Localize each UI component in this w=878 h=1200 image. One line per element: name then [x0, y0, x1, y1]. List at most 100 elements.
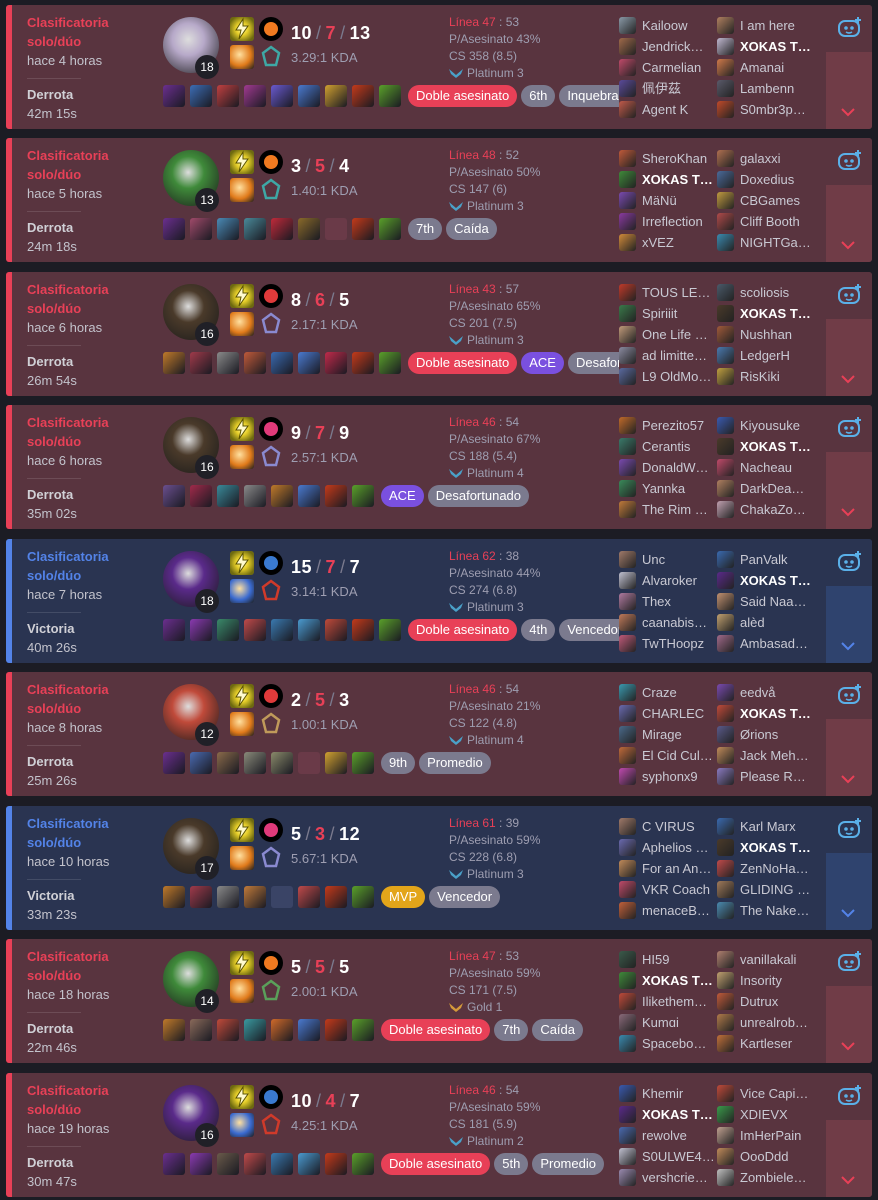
participant[interactable]: XOKAS T… — [717, 703, 817, 724]
participant[interactable]: rewolve — [619, 1125, 719, 1146]
item-slot[interactable] — [298, 485, 320, 507]
item-slot[interactable] — [190, 1019, 212, 1041]
participant-name[interactable]: Cliff Booth — [740, 213, 816, 230]
participant-name[interactable]: Aphelios … — [642, 839, 718, 856]
participant-name[interactable]: Zombiele… — [740, 1169, 816, 1186]
item-slot[interactable] — [379, 352, 401, 374]
item-slot[interactable] — [190, 886, 212, 908]
item-slot[interactable] — [325, 485, 347, 507]
participant[interactable]: DarkDea… — [717, 478, 817, 499]
keystone-rune-icon[interactable] — [259, 417, 283, 441]
participant[interactable]: HI59 — [619, 949, 719, 970]
participant[interactable]: eedvå — [717, 682, 817, 703]
participant[interactable]: XDIEVX — [717, 1104, 817, 1125]
participant-name[interactable]: Doxedius — [740, 171, 816, 188]
summoner-spell-icon[interactable] — [230, 312, 254, 336]
participant-name[interactable]: Kailoow — [642, 17, 718, 34]
participant[interactable]: Aphelios … — [619, 837, 719, 858]
participant-name[interactable]: Karl Marx — [740, 818, 816, 835]
participant-name[interactable]: Insority — [740, 972, 816, 989]
participant-name[interactable]: Jendrick… — [642, 38, 718, 55]
participant-name[interactable]: Irreflection — [642, 213, 718, 230]
item-slot[interactable] — [244, 352, 266, 374]
item-slot[interactable] — [217, 886, 239, 908]
participant-name[interactable]: For an An… — [642, 860, 718, 877]
item-slot[interactable] — [325, 1019, 347, 1041]
participant-name[interactable]: Craze — [642, 684, 718, 701]
participant[interactable]: caanabis… — [619, 612, 719, 633]
participant-name[interactable]: scoliosis — [740, 284, 816, 301]
participant[interactable]: Insority — [717, 970, 817, 991]
bot-icon[interactable] — [837, 416, 863, 438]
participant-name[interactable]: S0mbr3p… — [740, 101, 816, 118]
participant-name[interactable]: Nacheau — [740, 459, 816, 476]
item-slot[interactable] — [217, 485, 239, 507]
participant[interactable]: ZenNoHa… — [717, 858, 817, 879]
item-slot[interactable] — [217, 352, 239, 374]
participant[interactable]: MäNü — [619, 190, 719, 211]
participant[interactable]: Spiriiit — [619, 303, 719, 324]
match-card[interactable]: Clasificatoria solo/dúo hace 7 horas Vic… — [6, 539, 872, 663]
participant-name[interactable]: Mirage — [642, 726, 718, 743]
participant[interactable]: Thex — [619, 591, 719, 612]
item-slot[interactable] — [325, 886, 347, 908]
participant-name[interactable]: Cerantis — [642, 438, 718, 455]
participant[interactable]: Lambenn — [717, 78, 817, 99]
item-slot[interactable] — [217, 1019, 239, 1041]
participant-name[interactable]: DonaldW… — [642, 459, 718, 476]
participant[interactable]: XOKAS T… — [717, 837, 817, 858]
participant[interactable]: xVEZ — [619, 232, 719, 253]
item-slot[interactable] — [163, 1153, 185, 1175]
match-card[interactable]: Clasificatoria solo/dúo hace 4 horas Der… — [6, 5, 872, 129]
participant-name[interactable]: unrealrob… — [740, 1014, 816, 1031]
participant[interactable]: Agent K — [619, 99, 719, 120]
bot-icon[interactable] — [837, 1084, 863, 1106]
match-card[interactable]: Clasificatoria solo/dúo hace 6 horas Der… — [6, 272, 872, 396]
participant[interactable]: Kiyousuke — [717, 415, 817, 436]
participant[interactable]: Khemir — [619, 1083, 719, 1104]
item-slot[interactable] — [352, 886, 374, 908]
participant[interactable]: Dutrux — [717, 991, 817, 1012]
participant-name[interactable]: Please R… — [740, 768, 816, 785]
participant[interactable]: XOKAS T… — [619, 1104, 719, 1125]
item-slot[interactable] — [271, 1153, 293, 1175]
item-slot[interactable] — [190, 352, 212, 374]
participant[interactable]: Kailoow — [619, 15, 719, 36]
participant[interactable]: CBGames — [717, 190, 817, 211]
participant-name[interactable]: Said Naa… — [740, 593, 816, 610]
participant[interactable]: Cerantis — [619, 436, 719, 457]
item-slot[interactable] — [352, 218, 374, 240]
item-slot[interactable] — [298, 1153, 320, 1175]
participant-name[interactable]: XDIEVX — [740, 1106, 816, 1123]
keystone-rune-icon[interactable] — [259, 551, 283, 575]
participant[interactable]: SheroKhan — [619, 148, 719, 169]
participant-name[interactable]: MäNü — [642, 192, 718, 209]
participant[interactable]: Doxedius — [717, 169, 817, 190]
participant-name[interactable]: Jack Meh… — [740, 747, 816, 764]
participant-name[interactable]: Vice Capi… — [740, 1085, 816, 1102]
secondary-rune-icon[interactable] — [259, 45, 283, 69]
participant-name[interactable]: The Nake… — [740, 902, 816, 919]
participant-name[interactable]: One Life … — [642, 326, 718, 343]
expand-details-button[interactable] — [826, 52, 872, 129]
participant[interactable]: Unc — [619, 549, 719, 570]
participant-name[interactable]: Spiriiit — [642, 305, 718, 322]
item-slot[interactable] — [352, 752, 374, 774]
participant-name[interactable]: Dutrux — [740, 993, 816, 1010]
participant-name[interactable]: Thex — [642, 593, 718, 610]
item-slot[interactable] — [190, 485, 212, 507]
keystone-rune-icon[interactable] — [259, 284, 283, 308]
participant-name[interactable]: rewolve — [642, 1127, 718, 1144]
participant-name[interactable]: Agent K — [642, 101, 718, 118]
item-slot[interactable] — [217, 619, 239, 641]
item-slot[interactable] — [271, 886, 293, 908]
participant[interactable]: Spacebo… — [619, 1033, 719, 1054]
bot-icon[interactable] — [837, 283, 863, 305]
flash-spell-icon[interactable] — [230, 818, 254, 842]
participant[interactable]: galaxxi — [717, 148, 817, 169]
expand-details-button[interactable] — [826, 185, 872, 262]
participant-name[interactable]: CBGames — [740, 192, 816, 209]
participant-name[interactable]: I am here — [740, 17, 816, 34]
item-slot[interactable] — [244, 1019, 266, 1041]
item-slot[interactable] — [298, 85, 320, 107]
